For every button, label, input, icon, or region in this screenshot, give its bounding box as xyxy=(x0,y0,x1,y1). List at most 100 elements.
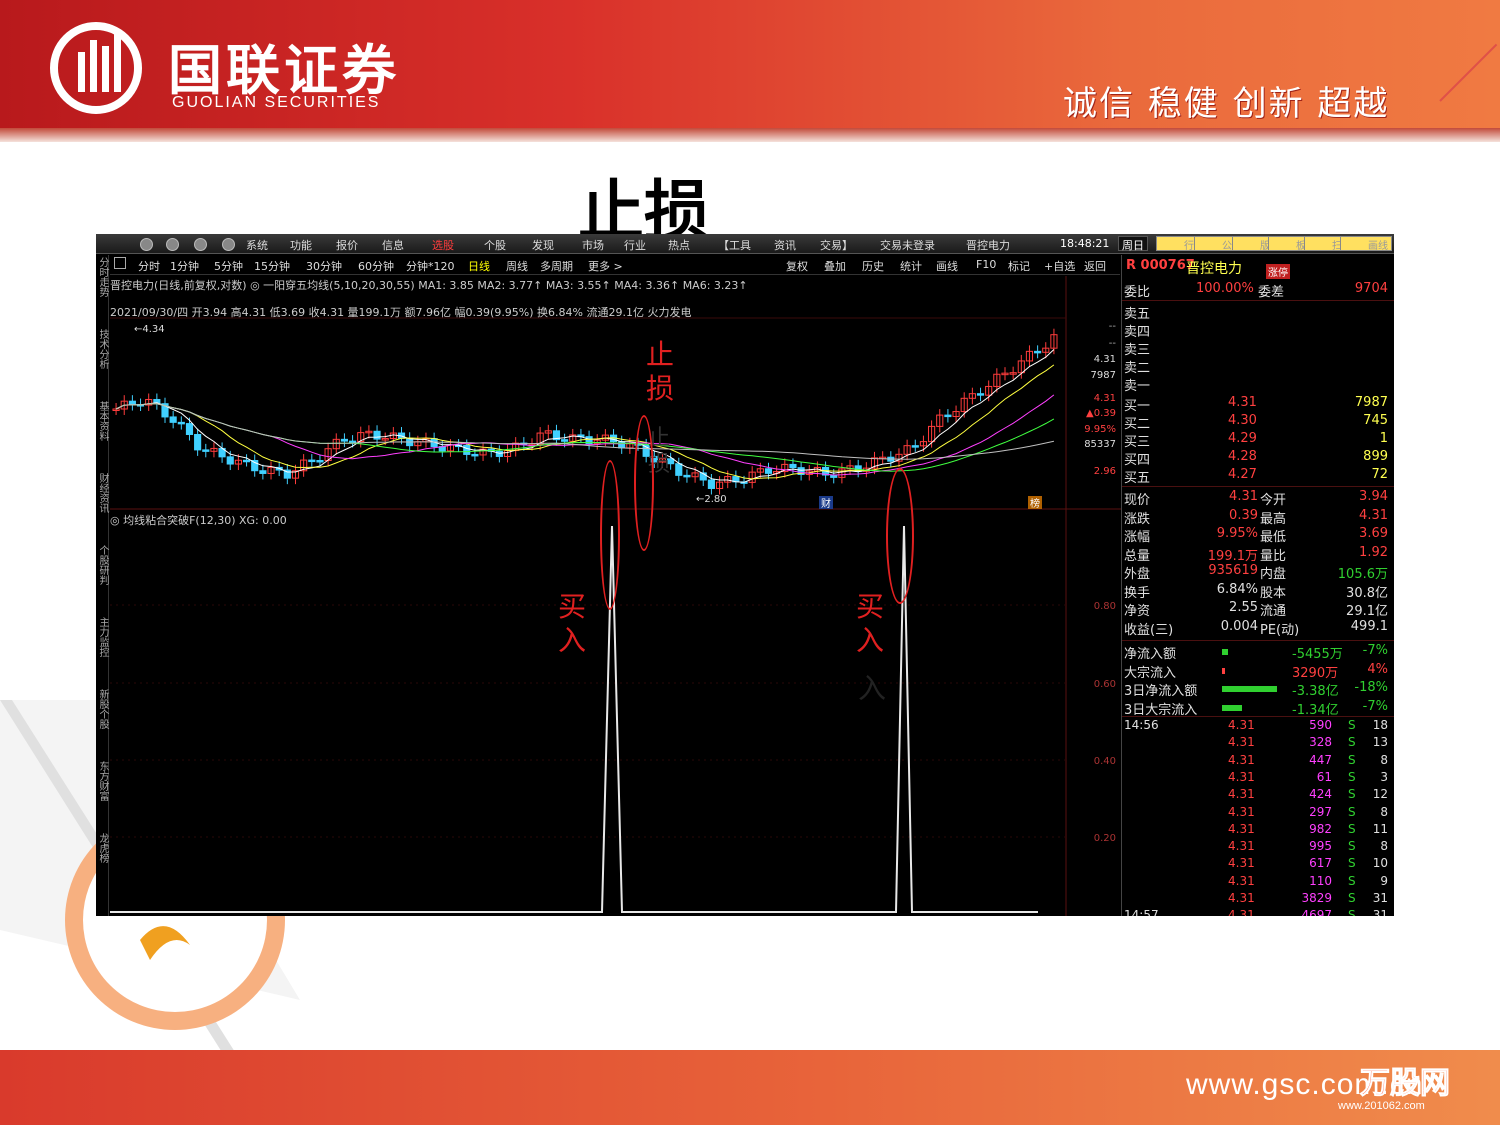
tick-count: 18 xyxy=(1372,718,1388,732)
tick-row: 4.31 3829 S 31 xyxy=(1124,891,1392,909)
bid-volume: 1 xyxy=(1379,431,1388,446)
header-button[interactable]: 画线 xyxy=(1340,236,1392,252)
tick-count: 9 xyxy=(1380,873,1388,888)
bid-price: 4.29 xyxy=(1228,431,1257,446)
flow-bar xyxy=(1222,649,1228,655)
bid-label: 买五 xyxy=(1124,471,1151,486)
stat-value: 6.84% xyxy=(1216,581,1258,597)
tick-price: 4.31 xyxy=(1228,873,1255,888)
buy-circle-2 xyxy=(886,468,914,604)
stat-label: 量比 xyxy=(1260,548,1287,564)
candle-body xyxy=(707,479,715,489)
candle-body xyxy=(259,470,267,474)
candle-body xyxy=(373,430,381,440)
candle-body xyxy=(128,400,136,406)
watermark-url: www.201062.com xyxy=(1338,1100,1425,1112)
min-price-label: ←2.80 xyxy=(696,494,727,505)
flow-value: -5455万 xyxy=(1292,647,1343,662)
header-button[interactable]: 周日 xyxy=(1118,236,1148,252)
tick-volume: 995 xyxy=(1309,839,1332,854)
separator xyxy=(1122,640,1394,641)
candle-body xyxy=(349,440,357,444)
tick-volume: 328 xyxy=(1309,735,1332,750)
indicator-label: ◎ 均线粘合突破F(12,30) XG: 0.00 xyxy=(110,514,287,527)
bid-label: 买一 xyxy=(1124,399,1151,414)
tick-side: S xyxy=(1348,908,1356,916)
candle-body xyxy=(202,449,210,452)
bid-row: 买四 4.28 899 xyxy=(1124,449,1392,468)
stat-label: 换手 xyxy=(1124,585,1151,601)
candle-body xyxy=(308,459,316,463)
flow-label: 3日大宗流入 xyxy=(1124,702,1198,718)
stat-value: 3.94 xyxy=(1359,489,1388,504)
candle-body xyxy=(242,459,251,463)
max-price-label: ←4.34 xyxy=(134,324,165,335)
price-axis-label: 7987 xyxy=(1091,370,1116,381)
flow-label: 大宗流入 xyxy=(1124,665,1177,681)
ask-label: 卖一 xyxy=(1124,379,1151,394)
tick-count: 10 xyxy=(1372,856,1388,871)
stat-row: 涨跌 0.39 最高 4.31 xyxy=(1124,508,1392,527)
price-axis-label: 9.95% xyxy=(1084,424,1116,435)
price-axis-label: ▲0.39 xyxy=(1086,408,1116,419)
watermark-logo: 万股网 xyxy=(1360,1067,1451,1101)
bid-row: 买二 4.30 745 xyxy=(1124,413,1392,432)
ask-row: 卖一 xyxy=(1124,375,1392,394)
bid-volume: 899 xyxy=(1363,449,1388,464)
stat-value: 935619 xyxy=(1208,563,1258,578)
trading-terminal[interactable]: 系统 功能 报价 信息 选股 个股 发现 市场 行业 热点 【工具 资讯 交易】 交易未登录 晋控电力 18… xyxy=(96,234,1394,916)
bid-price: 4.30 xyxy=(1228,413,1257,428)
tick-side: S xyxy=(1348,718,1356,732)
stat-label: 净资 xyxy=(1124,604,1151,619)
stat-value: 2.55 xyxy=(1229,600,1258,615)
bid-label: 买四 xyxy=(1124,453,1151,468)
tick-volume: 590 xyxy=(1309,718,1332,732)
tick-count: 11 xyxy=(1372,821,1388,836)
weicha-value: 9704 xyxy=(1354,281,1388,296)
tick-price: 4.31 xyxy=(1228,804,1255,819)
ask-label: 卖三 xyxy=(1124,343,1151,358)
flow-row: 3日大宗流入 -1.34亿 -7% xyxy=(1124,699,1392,718)
stat-row: 收益(三) 0.004 PE(动) 499.1 xyxy=(1124,619,1392,638)
candle-body xyxy=(194,433,202,451)
tick-count: 8 xyxy=(1380,839,1388,854)
stat-label: 最低 xyxy=(1260,530,1287,545)
tick-volume: 424 xyxy=(1309,787,1332,802)
candle-body xyxy=(463,444,471,455)
stat-label: 今开 xyxy=(1260,493,1287,508)
ask-row: 卖三 xyxy=(1124,339,1392,358)
tick-side: S xyxy=(1348,752,1356,767)
quote-panel: R 000767 晋控电力 涨停 委比 100.00% 委差 9704 卖五 卖四 卖三 卖二 卖一买… xyxy=(1121,255,1394,916)
stat-value: 3.69 xyxy=(1359,526,1388,541)
weicha-label: 委差 xyxy=(1258,285,1285,300)
tick-side: S xyxy=(1348,821,1356,836)
candle-body xyxy=(495,450,503,457)
limit-up-tag: 涨停 xyxy=(1266,264,1290,279)
tick-volume: 4697 xyxy=(1301,908,1332,916)
stock-header: R 000767 晋控电力 涨停 xyxy=(1124,258,1392,279)
candle-body xyxy=(683,474,691,478)
tick-count: 31 xyxy=(1372,908,1388,916)
stat-value: 199.1万 xyxy=(1207,548,1258,564)
stock-code: R 000767 xyxy=(1126,258,1195,273)
tick-price: 4.31 xyxy=(1228,856,1255,871)
tick-price: 4.31 xyxy=(1228,718,1255,732)
tick-count: 8 xyxy=(1380,752,1388,767)
separator xyxy=(1122,300,1394,301)
stat-row: 换手 6.84% 股本 30.8亿 xyxy=(1124,581,1392,601)
indicator-axis-label: 0.20 xyxy=(1094,833,1116,844)
candle-body xyxy=(944,414,952,418)
stat-row: 总量 199.1万 量比 1.92 xyxy=(1124,545,1392,564)
bid-label: 买三 xyxy=(1124,435,1151,450)
bid-price: 4.28 xyxy=(1228,449,1257,464)
tick-volume: 982 xyxy=(1309,821,1332,836)
price-axis-label: 85337 xyxy=(1084,439,1116,450)
stat-label: 涨幅 xyxy=(1124,530,1151,545)
tick-price: 4.31 xyxy=(1228,735,1255,750)
tick-row: 4.31 447 S 8 xyxy=(1124,753,1392,771)
candle-body xyxy=(169,416,177,423)
flow-pct: 4% xyxy=(1367,661,1388,677)
bid-label: 买二 xyxy=(1124,417,1151,432)
tick-price: 4.31 xyxy=(1228,821,1255,836)
buy-annotation-2-shadow: 入 xyxy=(858,672,887,705)
